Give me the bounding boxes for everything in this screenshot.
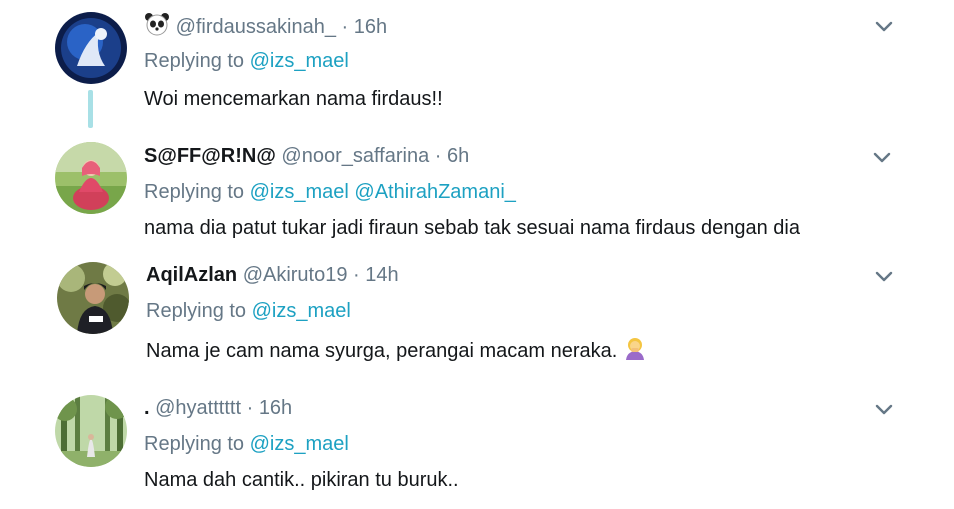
display-name[interactable]: S@FF@R!N@ bbox=[144, 145, 276, 167]
chevron-down-icon[interactable] bbox=[872, 265, 896, 289]
display-name[interactable]: AqilAzlan bbox=[146, 264, 237, 286]
chevron-down-icon[interactable] bbox=[872, 15, 896, 39]
mention-link[interactable]: @izs_mael bbox=[250, 433, 349, 455]
replying-label: Replying to bbox=[144, 50, 245, 72]
separator-dot: · bbox=[341, 16, 349, 38]
person-facepalming-icon bbox=[623, 336, 647, 366]
timestamp[interactable]: 6h bbox=[447, 145, 469, 167]
mention-link[interactable]: @izs_mael bbox=[250, 181, 349, 203]
tweet-header: @firdaussakinah_ · 16h bbox=[144, 12, 387, 42]
replying-label: Replying to bbox=[144, 181, 245, 203]
timestamp[interactable]: 16h bbox=[354, 16, 387, 38]
separator-dot: · bbox=[353, 264, 360, 286]
user-handle[interactable]: @hyatttttt bbox=[155, 397, 241, 419]
avatar[interactable] bbox=[57, 262, 129, 334]
chevron-down-icon[interactable] bbox=[872, 398, 896, 422]
tweet-text: nama dia patut tukar jadi firaun sebab t… bbox=[144, 217, 800, 239]
chevron-down-icon[interactable] bbox=[870, 146, 894, 170]
avatar[interactable] bbox=[55, 395, 127, 467]
tweet-header: . @hyatttttt · 16h bbox=[144, 396, 292, 420]
mention-link[interactable]: @izs_mael bbox=[252, 300, 351, 322]
tweet-header: S@FF@R!N@ @noor_saffarina · 6h bbox=[144, 144, 469, 168]
display-name[interactable]: . bbox=[144, 397, 150, 419]
replying-label: Replying to bbox=[146, 300, 247, 322]
tweet-text-content: Nama je cam nama syurga, perangai macam … bbox=[146, 340, 618, 362]
user-handle[interactable]: @Akiruto19 bbox=[243, 264, 348, 286]
replying-label: Replying to bbox=[144, 433, 245, 455]
mention-link[interactable]: @AthirahZamani_ bbox=[354, 181, 515, 203]
panda-face-icon bbox=[144, 12, 170, 42]
user-handle[interactable]: @noor_saffarina bbox=[281, 145, 429, 167]
replying-to: Replying to @izs_mael @AthirahZamani_ bbox=[144, 180, 516, 204]
replying-to: Replying to @izs_mael bbox=[144, 432, 349, 456]
replying-to: Replying to @izs_mael bbox=[144, 49, 349, 73]
tweet-header: AqilAzlan @Akiruto19 · 14h bbox=[146, 263, 399, 287]
tweet-text: Nama dah cantik.. pikiran tu buruk.. bbox=[144, 469, 459, 491]
avatar[interactable] bbox=[55, 12, 127, 84]
timestamp[interactable]: 16h bbox=[259, 397, 292, 419]
tweet-text: Woi mencemarkan nama firdaus!! bbox=[144, 88, 443, 110]
separator-dot: · bbox=[434, 145, 442, 167]
tweet-text: Nama je cam nama syurga, perangai macam … bbox=[146, 336, 647, 366]
user-handle[interactable]: @firdaussakinah_ bbox=[176, 16, 336, 38]
separator-dot: · bbox=[246, 397, 254, 419]
avatar[interactable] bbox=[55, 142, 127, 214]
replying-to: Replying to @izs_mael bbox=[146, 299, 351, 323]
timestamp[interactable]: 14h bbox=[365, 264, 398, 286]
thread-line bbox=[88, 90, 93, 128]
mention-link[interactable]: @izs_mael bbox=[250, 50, 349, 72]
